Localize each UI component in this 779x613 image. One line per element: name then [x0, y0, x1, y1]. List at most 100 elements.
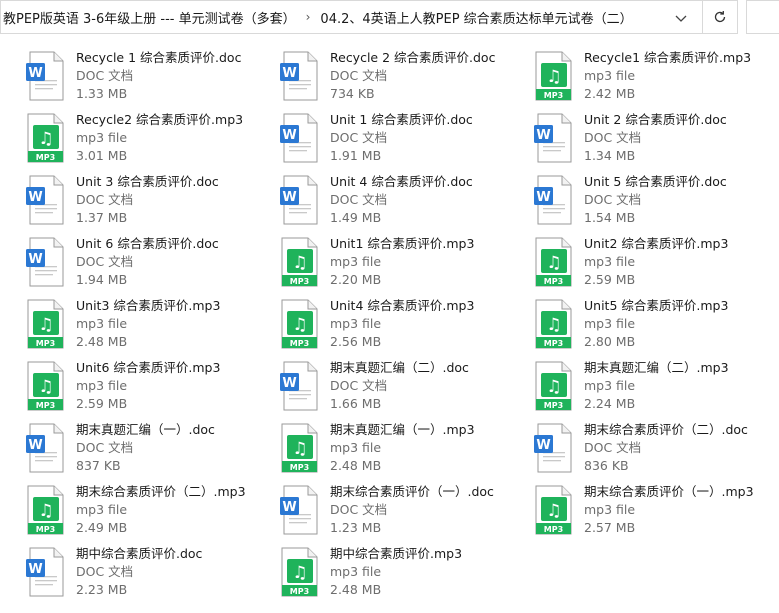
file-size: 2.48 MB [330, 582, 382, 597]
mp3-file-icon: ♫ MP3 [281, 423, 318, 473]
file-item[interactable]: W 期末综合素质评价（一）.doc DOC 文档 1.23 MB [280, 483, 530, 545]
file-size: 1.54 MB [584, 210, 636, 225]
file-size: 2.59 MB [76, 396, 128, 411]
file-meta: Unit 5 综合素质评价.doc DOC 文档 1.54 MB [584, 173, 727, 227]
file-item[interactable]: ♫ MP3 期末真题汇编（二）.mp3 mp3 file 2.24 MB [534, 359, 779, 421]
file-item[interactable]: W Unit 4 综合素质评价.doc DOC 文档 1.49 MB [280, 173, 530, 235]
svg-text:W: W [282, 66, 296, 81]
mp3-file-icon: ♫ MP3 [535, 361, 572, 411]
search-input[interactable] [746, 0, 779, 34]
file-size: 1.37 MB [76, 210, 128, 225]
file-meta: 期末综合素质评价（一）.doc DOC 文档 1.23 MB [330, 483, 494, 537]
file-item[interactable]: ♫ MP3 Unit1 综合素质评价.mp3 mp3 file 2.20 MB [280, 235, 530, 297]
breadcrumb-separator[interactable]: › [300, 10, 317, 24]
svg-text:MP3: MP3 [290, 587, 309, 596]
file-meta: Recycle 2 综合素质评价.doc DOC 文档 734 KB [330, 49, 495, 103]
svg-text:MP3: MP3 [36, 401, 55, 410]
svg-text:W: W [28, 190, 42, 205]
file-item[interactable]: ♫ MP3 Recycle2 综合素质评价.mp3 mp3 file 3.01 MB [26, 111, 276, 173]
word-doc-icon: W [280, 113, 318, 163]
svg-text:W: W [282, 376, 296, 391]
svg-text:♫: ♫ [292, 563, 307, 583]
file-name: 期末综合素质评价（二）.mp3 [76, 484, 246, 499]
file-item[interactable]: ♫ MP3 期末综合素质评价（一）.mp3 mp3 file 2.57 MB [534, 483, 779, 545]
file-item[interactable]: W 期末综合素质评价（二）.doc DOC 文档 836 KB [534, 421, 779, 483]
file-meta: 期中综合素质评价.mp3 mp3 file 2.48 MB [330, 545, 462, 599]
svg-text:W: W [536, 438, 550, 453]
file-meta: Unit 4 综合素质评价.doc DOC 文档 1.49 MB [330, 173, 473, 227]
file-meta: 期末真题汇编（一）.doc DOC 文档 837 KB [76, 421, 215, 475]
file-size: 1.94 MB [76, 272, 128, 287]
file-item[interactable]: ♫ MP3 期末真题汇编（一）.mp3 mp3 file 2.48 MB [280, 421, 530, 483]
file-type: DOC 文档 [330, 192, 388, 207]
file-type: mp3 file [584, 68, 636, 83]
breadcrumb-parent-folder[interactable]: 教PEP版英语 3-6年级上册 --- 单元测试卷（多套） [1, 8, 300, 27]
file-type: mp3 file [330, 440, 382, 455]
svg-text:MP3: MP3 [544, 339, 563, 348]
svg-text:♫: ♫ [546, 377, 561, 397]
file-size: 734 KB [330, 86, 375, 101]
file-name: 期末真题汇编（二）.mp3 [584, 360, 729, 375]
svg-text:W: W [28, 438, 42, 453]
file-item[interactable]: W 期中综合素质评价.doc DOC 文档 2.23 MB [26, 545, 276, 607]
file-name: Unit4 综合素质评价.mp3 [330, 298, 475, 313]
file-item[interactable]: W Unit 3 综合素质评价.doc DOC 文档 1.37 MB [26, 173, 276, 235]
file-item[interactable]: W Unit 2 综合素质评价.doc DOC 文档 1.34 MB [534, 111, 779, 173]
file-item[interactable]: ♫ MP3 Unit6 综合素质评价.mp3 mp3 file 2.59 MB [26, 359, 276, 421]
svg-text:MP3: MP3 [36, 525, 55, 534]
file-item[interactable]: W Recycle 1 综合素质评价.doc DOC 文档 1.33 MB [26, 49, 276, 111]
refresh-button[interactable] [702, 1, 737, 33]
file-item[interactable]: ♫ MP3 期末综合素质评价（二）.mp3 mp3 file 2.49 MB [26, 483, 276, 545]
file-type: DOC 文档 [330, 130, 388, 145]
file-item[interactable]: ♫ MP3 期中综合素质评价.mp3 mp3 file 2.48 MB [280, 545, 530, 607]
svg-text:W: W [28, 66, 42, 81]
file-item[interactable]: ♫ MP3 Unit4 综合素质评价.mp3 mp3 file 2.56 MB [280, 297, 530, 359]
svg-text:W: W [536, 128, 550, 143]
file-item[interactable]: W 期末真题汇编（一）.doc DOC 文档 837 KB [26, 421, 276, 483]
file-type: mp3 file [76, 316, 128, 331]
file-item[interactable]: W Recycle 2 综合素质评价.doc DOC 文档 734 KB [280, 49, 530, 111]
file-item[interactable]: ♫ MP3 Unit3 综合素质评价.mp3 mp3 file 2.48 MB [26, 297, 276, 359]
svg-text:♫: ♫ [546, 501, 561, 521]
file-type: DOC 文档 [76, 564, 134, 579]
refresh-icon [714, 11, 726, 23]
file-type: DOC 文档 [76, 192, 134, 207]
word-doc-icon: W [26, 547, 64, 597]
file-meta: Unit 2 综合素质评价.doc DOC 文档 1.34 MB [584, 111, 727, 165]
file-item[interactable]: W Unit 5 综合素质评价.doc DOC 文档 1.54 MB [534, 173, 779, 235]
file-size: 2.48 MB [330, 458, 382, 473]
file-item[interactable]: ♫ MP3 Recycle1 综合素质评价.mp3 mp3 file 2.42 MB [534, 49, 779, 111]
file-item[interactable]: ♫ MP3 Unit5 综合素质评价.mp3 mp3 file 2.80 MB [534, 297, 779, 359]
svg-text:♫: ♫ [292, 439, 307, 459]
mp3-file-icon: ♫ MP3 [281, 299, 318, 349]
svg-text:MP3: MP3 [544, 525, 563, 534]
file-item[interactable]: W Unit 1 综合素质评价.doc DOC 文档 1.91 MB [280, 111, 530, 173]
address-bar[interactable]: 教PEP版英语 3-6年级上册 --- 单元测试卷（多套） › 04.2、4英语… [0, 0, 738, 34]
chevron-down-icon[interactable] [673, 10, 689, 26]
mp3-file-icon: ♫ MP3 [535, 51, 572, 101]
file-type: mp3 file [76, 378, 128, 393]
file-size: 2.57 MB [584, 520, 636, 535]
file-item[interactable]: W 期末真题汇编（二）.doc DOC 文档 1.66 MB [280, 359, 530, 421]
file-meta: Unit4 综合素质评价.mp3 mp3 file 2.56 MB [330, 297, 474, 351]
file-meta: 期末真题汇编（一）.mp3 mp3 file 2.48 MB [330, 421, 475, 475]
svg-text:MP3: MP3 [544, 401, 563, 410]
file-size: 2.80 MB [584, 334, 636, 349]
file-type: mp3 file [76, 502, 128, 517]
file-item[interactable]: W Unit 6 综合素质评价.doc DOC 文档 1.94 MB [26, 235, 276, 297]
svg-text:W: W [282, 190, 296, 205]
file-meta: 期末真题汇编（二）.doc DOC 文档 1.66 MB [330, 359, 469, 413]
svg-text:MP3: MP3 [290, 339, 309, 348]
word-doc-icon: W [280, 175, 318, 225]
svg-text:MP3: MP3 [544, 277, 563, 286]
file-name: Unit 1 综合素质评价.doc [330, 112, 473, 127]
svg-text:♫: ♫ [38, 129, 53, 149]
breadcrumb-current-folder[interactable]: 04.2、4英语上人教PEP 综合素质达标单元试卷（二） [316, 8, 636, 27]
word-doc-icon: W [26, 175, 64, 225]
mp3-file-icon: ♫ MP3 [27, 361, 64, 411]
svg-text:♫: ♫ [546, 315, 561, 335]
file-type: DOC 文档 [584, 440, 642, 455]
file-name: Unit1 综合素质评价.mp3 [330, 236, 475, 251]
file-item[interactable]: ♫ MP3 Unit2 综合素质评价.mp3 mp3 file 2.59 MB [534, 235, 779, 297]
file-name: Recycle 1 综合素质评价.doc [76, 50, 242, 65]
